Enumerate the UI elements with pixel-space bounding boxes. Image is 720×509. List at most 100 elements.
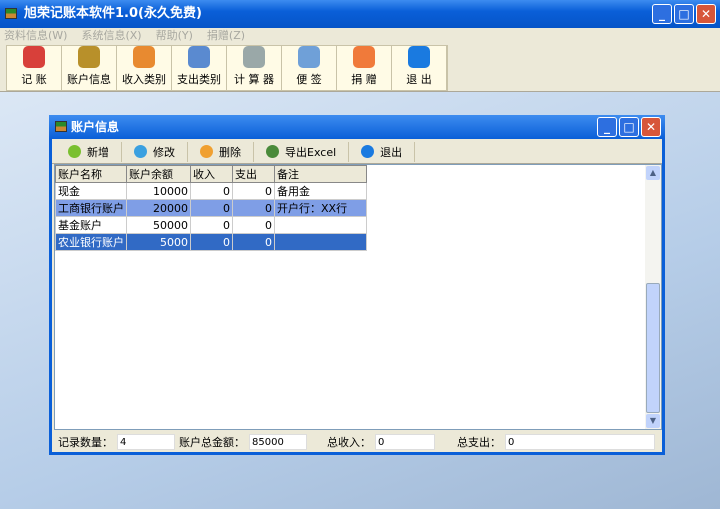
- table-cell[interactable]: 现金: [55, 182, 127, 200]
- app-title: 旭荣记账本软件1.0(永久免费): [24, 6, 202, 21]
- child-button-label: 新增: [87, 145, 109, 159]
- scroll-down-icon[interactable]: ▼: [646, 414, 660, 428]
- main-toolbar: 记 账 账户信息 收入类别 支出类别计 算 器 便 签 捐 赠 退 出: [0, 44, 720, 92]
- child-button-4[interactable]: 退出: [349, 141, 416, 162]
- total-value: 85000: [249, 434, 307, 450]
- toolbar-button-1[interactable]: 账户信息: [62, 46, 117, 90]
- table-cell[interactable]: 开户行：XX行: [274, 199, 367, 217]
- table-cell[interactable]: 5000: [126, 233, 191, 251]
- table-row[interactable]: 工商银行账户 20000 0 0 开户行：XX行: [55, 199, 367, 217]
- accounts-grid: 账户名称 账户余额 收入 支出 备注 现金 10000 0 0 备用金 工商银行账户 20000 0 0 开…: [54, 164, 662, 430]
- toolbar-label: 支出类别: [177, 73, 221, 86]
- total-label: 账户总金额：: [179, 436, 245, 449]
- table-cell[interactable]: 0: [232, 199, 275, 217]
- add-icon: [68, 145, 81, 158]
- child-button-2[interactable]: 删除: [188, 141, 254, 162]
- vertical-scrollbar[interactable]: ▲ ▼: [645, 165, 661, 429]
- expense-note-icon: [188, 46, 210, 68]
- toolbar-button-7[interactable]: 退 出: [392, 46, 447, 90]
- account-info-window: 账户信息 _ □ ✕ 新增 修改 删除 导出Excel 退出 账户名称 账户余额 收入 支出备…: [49, 115, 665, 455]
- child-toolbar: 新增 修改 删除 导出Excel 退出: [52, 140, 662, 164]
- count-value: 4: [117, 434, 175, 450]
- table-cell[interactable]: 0: [232, 216, 275, 234]
- table-cell[interactable]: 农业银行账户: [55, 233, 127, 251]
- child-button-3[interactable]: 导出Excel: [254, 141, 350, 162]
- column-header[interactable]: 备注: [274, 165, 367, 183]
- toolbar-label: 记 账: [21, 73, 47, 86]
- edit-icon: [134, 145, 147, 158]
- maximize-button[interactable]: □: [674, 4, 694, 24]
- table-cell[interactable]: 0: [232, 233, 275, 251]
- toolbar-button-0[interactable]: 记 账: [7, 46, 62, 90]
- calculator-icon: [243, 46, 265, 68]
- count-label: 记录数量：: [58, 436, 113, 449]
- child-button-0[interactable]: 新增: [56, 141, 122, 162]
- toolbar-button-6[interactable]: 捐 赠: [337, 46, 392, 90]
- toolbar-button-2[interactable]: 收入类别: [117, 46, 172, 90]
- toolbar-label: 便 签: [296, 73, 322, 86]
- child-button-1[interactable]: 修改: [122, 141, 188, 162]
- header-row: 账户名称 账户余额 收入 支出 备注: [55, 165, 367, 183]
- menu-system[interactable]: 系统信息(X): [81, 28, 141, 44]
- table-cell[interactable]: 工商银行账户: [55, 199, 127, 217]
- status-bar: 记录数量： 4 账户总金额： 85000 总收入： 0 总支出： 0: [54, 433, 662, 451]
- toolbar-label: 账户信息: [67, 73, 111, 86]
- window-icon: [55, 121, 67, 132]
- child-button-label: 退出: [380, 145, 403, 159]
- income-value: 0: [375, 434, 435, 450]
- child-button-label: 导出Excel: [285, 145, 337, 159]
- export-arrow-icon: [266, 145, 279, 158]
- heart-icon: [353, 46, 375, 68]
- table-cell[interactable]: 0: [190, 216, 233, 234]
- table-row[interactable]: 现金 10000 0 0 备用金: [55, 182, 367, 200]
- menu-data[interactable]: 资料信息(W): [4, 28, 67, 44]
- column-header[interactable]: 收入: [190, 165, 233, 183]
- menu-bar: 资料信息(W) 系统信息(X) 帮助(Y) 捐赠(Z): [0, 28, 720, 44]
- exit-person-icon: [361, 145, 375, 158]
- table-cell[interactable]: 20000: [126, 199, 191, 217]
- toolbar-label: 计 算 器: [234, 73, 274, 86]
- memo-icon: [298, 46, 320, 68]
- table-cell[interactable]: 0: [190, 233, 233, 251]
- column-header[interactable]: 账户名称: [55, 165, 127, 183]
- table-cell[interactable]: 0: [232, 182, 275, 200]
- table-cell[interactable]: [274, 233, 367, 251]
- expense-label: 总支出：: [457, 436, 501, 449]
- toolbar-button-5[interactable]: 便 签: [282, 46, 337, 90]
- bookkeeping-icon: [23, 46, 45, 68]
- child-close-button[interactable]: ✕: [641, 117, 661, 137]
- app-icon: [5, 8, 17, 19]
- close-button[interactable]: ✕: [696, 4, 716, 24]
- table-cell[interactable]: 备用金: [274, 182, 367, 200]
- child-maximize-button[interactable]: □: [619, 117, 639, 137]
- table-cell[interactable]: 基金账户: [55, 216, 127, 234]
- table-row[interactable]: 农业银行账户 5000 0 0: [55, 233, 367, 251]
- child-titlebar: 账户信息 _ □ ✕: [49, 115, 665, 139]
- toolbar-button-3[interactable]: 支出类别: [172, 46, 227, 90]
- column-header[interactable]: 账户余额: [126, 165, 191, 183]
- table-row[interactable]: 基金账户 50000 0 0: [55, 216, 367, 234]
- minimize-button[interactable]: _: [652, 4, 672, 24]
- scroll-up-icon[interactable]: ▲: [646, 166, 660, 180]
- child-minimize-button[interactable]: _: [597, 117, 617, 137]
- table-cell[interactable]: 0: [190, 182, 233, 200]
- menu-help[interactable]: 帮助(Y): [156, 28, 193, 44]
- app-titlebar: 旭荣记账本软件1.0(永久免费) _ □ ✕: [0, 0, 720, 28]
- table-cell[interactable]: 10000: [126, 182, 191, 200]
- menu-donate[interactable]: 捐赠(Z): [207, 28, 245, 44]
- delete-icon: [200, 145, 213, 158]
- table-cell[interactable]: 0: [190, 199, 233, 217]
- income-label: 总收入：: [327, 436, 371, 449]
- toolbar-label: 捐 赠: [351, 73, 377, 86]
- child-title: 账户信息: [71, 120, 120, 134]
- column-header[interactable]: 支出: [232, 165, 275, 183]
- toolbar-button-4[interactable]: 计 算 器: [227, 46, 282, 90]
- table-cell[interactable]: [274, 216, 367, 234]
- expense-value: 0: [505, 434, 655, 450]
- toolbar-label: 退 出: [406, 73, 432, 86]
- scroll-thumb[interactable]: [646, 283, 660, 413]
- child-button-label: 删除: [219, 145, 241, 159]
- toolbar-label: 收入类别: [122, 73, 166, 86]
- exit-person-icon: [408, 46, 430, 68]
- table-cell[interactable]: 50000: [126, 216, 191, 234]
